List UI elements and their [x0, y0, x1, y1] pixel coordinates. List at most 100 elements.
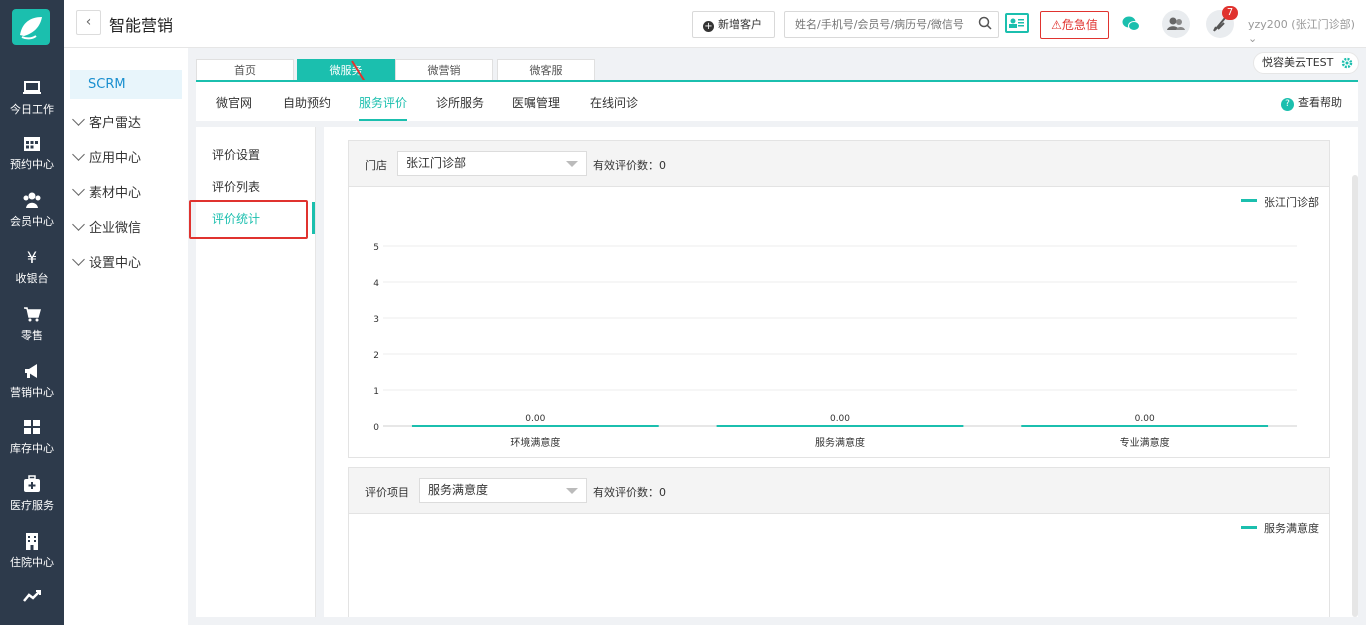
- grid-icon: [24, 420, 40, 434]
- tab-micro-marketing[interactable]: 微营销: [395, 59, 493, 80]
- module-item-label: 客户雷达: [89, 116, 142, 131]
- y-tick-label: 0: [373, 423, 379, 433]
- nav-item-10[interactable]: [0, 586, 64, 625]
- tab-home[interactable]: 首页: [196, 59, 294, 80]
- subnav-service-evaluation[interactable]: 服务评价: [359, 94, 408, 121]
- nav-item-7[interactable]: 库存中心: [0, 417, 64, 473]
- nav-item-2[interactable]: 预约中心: [0, 133, 64, 189]
- data-label: 0.00: [525, 414, 545, 424]
- nav-item-4[interactable]: ¥ 收银台: [0, 247, 64, 303]
- laptop-icon: [23, 81, 41, 94]
- butterfly-logo-icon: [20, 17, 42, 40]
- active-indicator: [312, 202, 315, 234]
- bar[interactable]: [1021, 425, 1269, 427]
- tenant-name: 悦容美云TEST: [1262, 56, 1334, 69]
- nav-item-label: 预约中心: [10, 158, 54, 171]
- yen-icon: ¥: [27, 248, 37, 267]
- module-item-2[interactable]: 应用中心: [72, 147, 142, 166]
- nav-item-label: 住院中心: [10, 556, 54, 569]
- tab-micro-customer-service[interactable]: 微客服: [497, 59, 595, 80]
- menu-evaluation-settings[interactable]: 评价设置: [212, 146, 260, 163]
- item-select-value: 服务满意度: [428, 483, 489, 497]
- users-icon: [23, 192, 41, 208]
- y-tick-label: 1: [373, 387, 379, 397]
- top-header: ‹ 智能营销 + 新增客户 ⚠危急值 7 yzy200 (张江门诊部) ⌄: [64, 0, 1366, 48]
- y-tick-label: 5: [373, 243, 379, 253]
- item-label: 评价项目: [365, 486, 409, 499]
- module-item-label: 应用中心: [89, 151, 142, 166]
- chevron-down-icon: [72, 113, 85, 126]
- chevron-down-icon: [566, 161, 578, 167]
- x-tick-label: 环境满意度: [510, 436, 560, 449]
- plus-icon: +: [703, 21, 714, 32]
- store-chart-panel: 门店 张江门诊部 有效评价数：0 张江门诊部 0 1 2 3 4 5 0.00 环境满意度 0.…: [348, 140, 1330, 458]
- nav-item-label: 会员中心: [10, 215, 54, 228]
- id-card-icon[interactable]: [1005, 13, 1029, 33]
- chevron-down-icon: ⌄: [1248, 32, 1258, 45]
- chevron-down-icon: [72, 148, 85, 161]
- bar[interactable]: [716, 425, 964, 427]
- store-select-value: 张江门诊部: [406, 156, 467, 170]
- store-filter-bar: 门店 张江门诊部 有效评价数：0: [349, 141, 1329, 187]
- subnav-self-booking[interactable]: 自助预约: [283, 94, 331, 111]
- module-item-scrm[interactable]: SCRM: [70, 70, 182, 99]
- module-item-4[interactable]: 企业微信: [72, 217, 142, 236]
- y-tick-label: 4: [373, 279, 379, 289]
- scrollbar[interactable]: [1352, 175, 1358, 617]
- critical-value-button[interactable]: ⚠危急值: [1040, 11, 1109, 39]
- nav-item-9[interactable]: 住院中心: [0, 531, 64, 587]
- main-sidebar: 今日工作预约中心会员中心 ¥ 收银台零售营销中心库存中心医疗服务住院中心: [0, 0, 64, 625]
- store-select[interactable]: 张江门诊部: [397, 151, 587, 176]
- chevron-down-icon: [566, 488, 578, 494]
- chevron-down-icon: [72, 183, 85, 196]
- nav-item-label: 收银台: [15, 272, 49, 285]
- cart-icon: [24, 307, 41, 322]
- subnav-prescription-management[interactable]: 医嘱管理: [512, 94, 560, 111]
- module-item-3[interactable]: 素材中心: [72, 182, 141, 201]
- subnav-micro-website[interactable]: 微官网: [216, 94, 252, 111]
- nav-item-label: 零售: [21, 329, 43, 342]
- notification-badge: 7: [1222, 6, 1238, 20]
- store-label: 门店: [365, 159, 387, 172]
- sub-navigation: 微官网 自助预约 服务评价 诊所服务 医嘱管理 在线问诊 ? 查看帮助: [196, 80, 1358, 121]
- chevron-down-icon: [72, 218, 85, 231]
- y-tick-label: 2: [373, 351, 379, 361]
- module-item-label: 设置中心: [89, 256, 142, 271]
- tenant-switch[interactable]: 悦容美云TEST: [1253, 52, 1359, 74]
- menu-evaluation-list[interactable]: 评价列表: [212, 178, 260, 195]
- page-title: 智能营销: [109, 16, 174, 35]
- nav-item-label: 今日工作: [10, 103, 54, 116]
- user-menu[interactable]: yzy200 (张江门诊部) ⌄: [1248, 16, 1366, 45]
- data-label: 0.00: [830, 414, 850, 424]
- nav-item-5[interactable]: 零售: [0, 304, 64, 360]
- item-select[interactable]: 服务满意度: [419, 478, 587, 503]
- subnav-online-consultation[interactable]: 在线问诊: [590, 94, 638, 111]
- help-link[interactable]: ? 查看帮助: [1281, 94, 1342, 111]
- gear-icon[interactable]: [1340, 56, 1354, 70]
- nav-item-8[interactable]: 医疗服务: [0, 474, 64, 530]
- subnav-clinic-service[interactable]: 诊所服务: [436, 94, 484, 111]
- search-input[interactable]: [784, 11, 999, 38]
- module-item-5[interactable]: 设置中心: [72, 252, 142, 271]
- wechat-icon[interactable]: [1122, 16, 1140, 32]
- x-tick-label: 服务满意度: [815, 436, 865, 449]
- highlight-annotation: [189, 200, 308, 239]
- item-evaluation-count: 有效评价数：0: [593, 486, 666, 499]
- nav-item-label: 营销中心: [10, 386, 54, 399]
- tab-micro-service[interactable]: 微服务: [297, 59, 395, 80]
- chevron-down-icon: [72, 253, 85, 266]
- nav-item-6[interactable]: 营销中心: [0, 361, 64, 417]
- group-icon[interactable]: [1162, 10, 1190, 38]
- trend-icon: [23, 590, 41, 602]
- module-item-label: 企业微信: [89, 221, 142, 236]
- back-button[interactable]: ‹: [76, 10, 101, 35]
- store-evaluation-count: 有效评价数：0: [593, 159, 666, 172]
- nav-item-1[interactable]: 今日工作: [0, 78, 64, 134]
- search-icon[interactable]: [978, 16, 992, 30]
- nav-item-3[interactable]: 会员中心: [0, 190, 64, 246]
- bar[interactable]: [411, 425, 659, 427]
- nav-item-label: 库存中心: [10, 442, 54, 455]
- add-customer-button[interactable]: + 新增客户: [692, 11, 775, 38]
- app-logo[interactable]: [12, 9, 50, 45]
- module-item-1[interactable]: 客户雷达: [72, 112, 142, 131]
